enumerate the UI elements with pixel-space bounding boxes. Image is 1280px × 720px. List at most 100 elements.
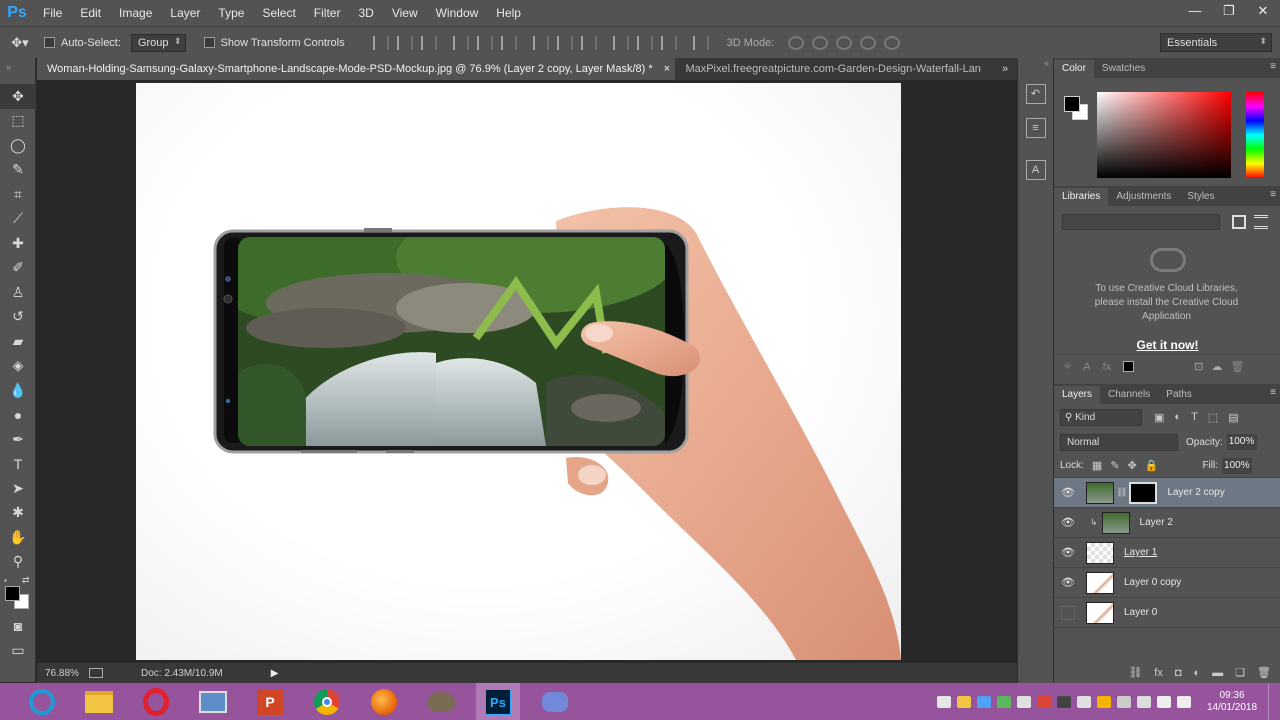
- properties-panel-icon[interactable]: ≡: [1025, 118, 1046, 138]
- opera-icon[interactable]: [134, 683, 178, 720]
- toolbar-collapse-icon[interactable]: »: [0, 58, 35, 84]
- brush-tool-icon[interactable]: ✐: [0, 256, 36, 281]
- tray-folder-icon[interactable]: [957, 695, 971, 708]
- distribute-hcenter-icon[interactable]: [636, 35, 653, 50]
- lock-transparent-icon[interactable]: ▦: [1092, 459, 1102, 472]
- link-layers-icon[interactable]: ⛓: [1128, 666, 1142, 679]
- clone-stamp-tool-icon[interactable]: ♙: [0, 280, 36, 305]
- move-tool-preset-icon[interactable]: ✥▾: [0, 35, 40, 51]
- tray-display-icon[interactable]: [1077, 695, 1091, 708]
- delete-layer-icon[interactable]: 🗑: [1257, 666, 1271, 679]
- distribute-top-icon[interactable]: [532, 35, 549, 50]
- blend-mode-dropdown[interactable]: Normal: [1060, 433, 1178, 451]
- tabs-overflow-icon[interactable]: »: [993, 58, 1017, 80]
- list-view-icon[interactable]: [1254, 215, 1268, 229]
- layer-mask-thumbnail[interactable]: [1129, 481, 1158, 504]
- eyedropper-tool-icon[interactable]: ⟋: [0, 207, 36, 232]
- chrome-icon[interactable]: [305, 683, 349, 720]
- dodge-tool-icon[interactable]: ●: [0, 403, 36, 428]
- show-desktop-button[interactable]: [1268, 683, 1280, 720]
- filter-smart-object-icon[interactable]: ▤: [1228, 411, 1238, 424]
- lock-image-icon[interactable]: ✎: [1110, 459, 1119, 472]
- move-tool-icon[interactable]: ✥: [0, 84, 36, 109]
- tab-channels[interactable]: Channels: [1100, 386, 1158, 404]
- menu-view[interactable]: View: [383, 0, 427, 26]
- layer-row-layer-2[interactable]: 👁 ↳ Layer 2: [1054, 508, 1280, 538]
- add-layer-style-icon[interactable]: fx: [1103, 361, 1112, 373]
- gimp-icon[interactable]: [419, 683, 463, 720]
- menu-help[interactable]: Help: [487, 0, 530, 26]
- tab-libraries[interactable]: Libraries: [1054, 188, 1109, 206]
- auto-align-icon[interactable]: [692, 35, 709, 50]
- remote-desktop-icon[interactable]: [191, 683, 235, 720]
- tray-app-icon[interactable]: [977, 695, 991, 708]
- distribute-left-icon[interactable]: [612, 35, 629, 50]
- history-panel-icon[interactable]: ↶: [1025, 84, 1046, 104]
- crop-tool-icon[interactable]: ⌗: [0, 182, 36, 207]
- filter-kind-dropdown[interactable]: ⚲ Kind: [1060, 408, 1142, 426]
- color-field[interactable]: [1097, 92, 1231, 178]
- distribute-right-icon[interactable]: [660, 35, 677, 50]
- layer-row-layer-0-copy[interactable]: 👁 Layer 0 copy: [1054, 568, 1280, 598]
- firefox-icon[interactable]: [362, 683, 406, 720]
- paint-bucket-tool-icon[interactable]: ◈: [0, 354, 36, 379]
- new-adjustment-icon[interactable]: ◐: [1194, 667, 1201, 679]
- menu-window[interactable]: Window: [427, 0, 488, 26]
- tab-waterfall-document[interactable]: MaxPixel.freegreatpicture.com-Garden-Des…: [675, 58, 993, 80]
- tray-usb-icon[interactable]: [1117, 695, 1131, 708]
- tray-chrome-icon[interactable]: [1037, 695, 1051, 708]
- filter-type-icon[interactable]: T: [1191, 411, 1198, 423]
- taskbar-clock[interactable]: 09:36 14/01/2018: [1202, 690, 1262, 714]
- hand-tool-icon[interactable]: ✋: [0, 525, 36, 550]
- tray-security-icon[interactable]: [997, 695, 1011, 708]
- library-trash-icon[interactable]: 🗑: [1230, 360, 1244, 373]
- 3d-slide-icon[interactable]: [860, 35, 877, 50]
- healing-brush-tool-icon[interactable]: ✚: [0, 231, 36, 256]
- fg-color-chip[interactable]: [1064, 96, 1080, 112]
- pen-tool-icon[interactable]: ✒: [0, 427, 36, 452]
- align-vcenter-icon[interactable]: [396, 35, 413, 50]
- restore-button[interactable]: ❐: [1212, 0, 1246, 22]
- align-right-icon[interactable]: [500, 35, 517, 50]
- 3d-roll-icon[interactable]: [812, 35, 829, 50]
- hue-slider[interactable]: [1246, 92, 1264, 178]
- type-tool-icon[interactable]: T: [0, 452, 36, 477]
- visibility-toggle-off[interactable]: [1061, 605, 1075, 620]
- library-dropdown[interactable]: [1062, 214, 1220, 230]
- layer-row-layer-1[interactable]: 👁 Layer 1: [1054, 538, 1280, 568]
- tab-styles[interactable]: Styles: [1179, 188, 1222, 206]
- add-mask-icon[interactable]: ◘: [1175, 667, 1182, 679]
- tab-color[interactable]: Color: [1054, 60, 1094, 78]
- get-it-now-link[interactable]: Get it now!: [1054, 338, 1280, 352]
- custom-shape-tool-icon[interactable]: ✱: [0, 501, 36, 526]
- filter-pixel-icon[interactable]: ▣: [1154, 411, 1164, 424]
- close-button[interactable]: ✕: [1246, 0, 1280, 22]
- marquee-tool-icon[interactable]: ⬚: [0, 109, 36, 134]
- tray-network-icon[interactable]: [1017, 695, 1031, 708]
- tab-close-icon[interactable]: ×: [664, 63, 670, 75]
- tray-battery-icon[interactable]: [1137, 695, 1151, 708]
- menu-file[interactable]: File: [34, 0, 71, 26]
- status-menu-arrow[interactable]: ▶: [271, 668, 279, 679]
- visibility-eye-icon[interactable]: 👁: [1054, 546, 1082, 559]
- strip-collapse-icon[interactable]: «: [1018, 58, 1053, 70]
- menu-filter[interactable]: Filter: [305, 0, 350, 26]
- minimize-button[interactable]: —: [1178, 0, 1212, 22]
- new-layer-icon[interactable]: ❏: [1235, 666, 1245, 679]
- tab-layers[interactable]: Layers: [1054, 386, 1101, 404]
- grid-view-icon[interactable]: [1232, 215, 1246, 229]
- file-explorer-icon[interactable]: [77, 683, 121, 720]
- mask-link-icon[interactable]: ⛓: [1116, 487, 1127, 498]
- swap-colors-icon[interactable]: ⇄: [22, 575, 30, 586]
- auto-select-checkbox[interactable]: [44, 37, 55, 48]
- 3d-orbit-icon[interactable]: [788, 35, 805, 50]
- add-color-icon[interactable]: [1123, 361, 1135, 372]
- tray-keyboard-icon[interactable]: [1057, 695, 1071, 708]
- powerpoint-icon[interactable]: P: [248, 683, 292, 720]
- zoom-tool-icon[interactable]: ⚲: [0, 550, 36, 575]
- tab-paths[interactable]: Paths: [1158, 386, 1200, 404]
- distribute-vcenter-icon[interactable]: [556, 35, 573, 50]
- auto-select-dropdown[interactable]: Group: [130, 33, 186, 52]
- visibility-eye-icon[interactable]: 👁: [1054, 516, 1082, 529]
- internet-explorer-icon[interactable]: [20, 683, 64, 720]
